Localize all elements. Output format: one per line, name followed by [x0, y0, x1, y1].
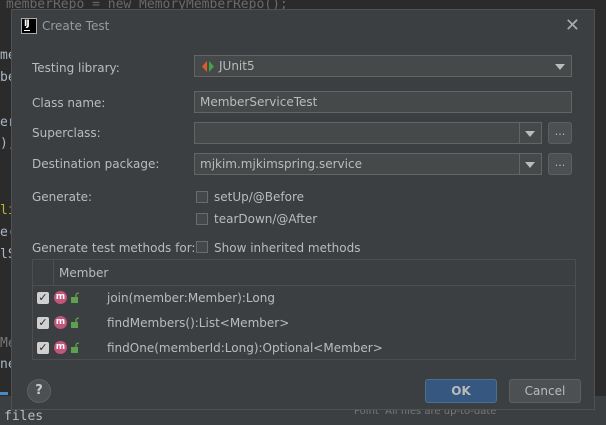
destination-package-browse-button[interactable]: ...: [548, 153, 572, 175]
testing-library-select[interactable]: JUnit5: [194, 55, 572, 77]
testing-library-label: Testing library:: [32, 61, 120, 75]
testing-library-value: JUnit5: [219, 59, 255, 73]
teardown-checkbox-label: tearDown/@After: [214, 212, 318, 226]
method-icon: m: [54, 291, 67, 304]
chevron-down-icon: [555, 64, 565, 70]
table-row[interactable]: ✓ m join(member:Member):Long: [33, 286, 575, 311]
members-table: Member ✓ m join(member:Member):Long ✓ m …: [32, 259, 576, 360]
show-inherited-label: Show inherited methods: [214, 241, 361, 255]
junit-icon: [202, 61, 214, 72]
superclass-browse-button[interactable]: ...: [548, 122, 572, 144]
editor-link-underline: [0, 392, 8, 395]
method-signature: join(member:Member):Long: [107, 291, 275, 305]
close-icon[interactable]: ✕: [565, 15, 580, 36]
superclass-select[interactable]: [194, 122, 542, 144]
setup-checkbox-label: setUp/@Before: [214, 190, 305, 204]
method-signature: findOne(memberId:Long):Optional<Member>: [107, 341, 383, 355]
class-name-label: Class name:: [32, 96, 106, 110]
class-name-value: MemberServiceTest: [200, 95, 318, 109]
unlock-icon: [71, 292, 79, 303]
ok-button[interactable]: OK: [425, 379, 497, 403]
unlock-icon: [71, 342, 79, 353]
unlock-icon: [71, 317, 79, 328]
cancel-button[interactable]: Cancel: [509, 379, 581, 403]
row-checkbox[interactable]: ✓: [37, 292, 49, 304]
row-checkbox[interactable]: ✓: [37, 342, 49, 354]
dialog-title: Create Test: [42, 19, 110, 33]
status-files-label: files: [4, 409, 44, 424]
class-name-input[interactable]: MemberServiceTest: [194, 91, 572, 113]
teardown-checkbox[interactable]: [196, 213, 208, 225]
chevron-down-icon: [525, 131, 535, 137]
table-row[interactable]: ✓ m findOne(memberId:Long):Optional<Memb…: [33, 336, 575, 361]
intellij-logo-icon: IJ: [21, 18, 37, 34]
chevron-down-icon: [525, 162, 535, 168]
setup-checkbox[interactable]: [196, 191, 208, 203]
destination-package-label: Destination package:: [32, 157, 160, 171]
show-inherited-checkbox[interactable]: [196, 241, 208, 253]
table-row[interactable]: ✓ m findMembers():List<Member>: [33, 311, 575, 336]
method-icon: m: [54, 316, 67, 329]
row-checkbox[interactable]: ✓: [37, 317, 49, 329]
generate-label: Generate:: [32, 190, 93, 204]
method-signature: findMembers():List<Member>: [107, 316, 290, 330]
method-icon: m: [54, 341, 67, 354]
destination-package-value: mjkim.mjkimspring.service: [200, 157, 362, 171]
destination-package-select[interactable]: mjkim.mjkimspring.service: [194, 153, 542, 175]
superclass-label: Superclass:: [32, 126, 101, 140]
table-header: Member: [33, 260, 575, 286]
help-button[interactable]: ?: [27, 379, 51, 403]
create-test-dialog: IJ Create Test ✕ Testing library: JUnit5…: [11, 9, 595, 410]
generate-methods-label: Generate test methods for:: [32, 241, 196, 255]
dialog-titlebar[interactable]: IJ Create Test ✕: [12, 10, 594, 42]
member-column-header[interactable]: Member: [59, 266, 108, 280]
